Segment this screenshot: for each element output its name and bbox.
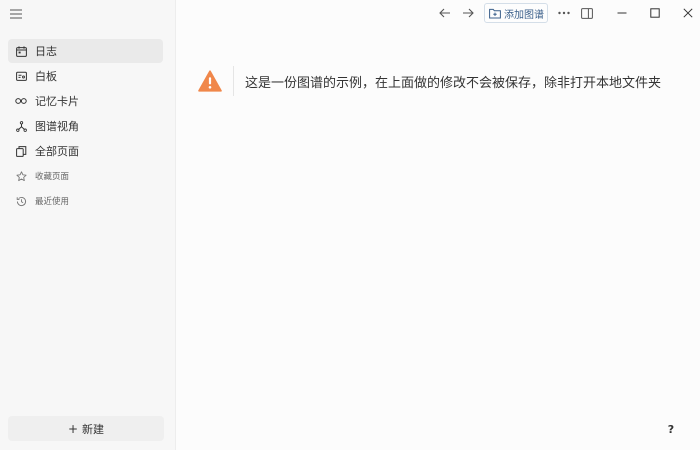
sidebar-item-whiteboards[interactable]: 白板 — [8, 64, 163, 88]
history-icon — [15, 195, 27, 207]
sidebar-toggle-icon[interactable] — [579, 4, 595, 22]
sidebar-item-label: 收藏页面 — [35, 172, 70, 182]
hamburger-icon[interactable] — [9, 7, 23, 21]
plus-icon: + — [67, 421, 79, 436]
more-options-icon[interactable] — [556, 4, 572, 22]
add-graph-label: 添加图谱 — [504, 9, 544, 21]
sidebar-item-label: 记忆卡片 — [35, 95, 79, 108]
new-button-label: 新建 — [82, 422, 105, 436]
minimize-icon[interactable] — [614, 4, 630, 22]
sidebar-item-recent[interactable]: 最近使用 — [8, 189, 163, 213]
sidebar: 日志 白板 记忆卡片 图谱视角 全部页面 收藏页面 最近使用 + 新建 — [0, 0, 176, 450]
sidebar-nav: 日志 白板 记忆卡片 图谱视角 全部页面 收藏页面 最近使用 — [8, 39, 163, 214]
sidebar-item-favorites[interactable]: 收藏页面 — [8, 164, 163, 188]
pages-icon — [15, 145, 27, 157]
sidebar-item-label: 白板 — [35, 70, 57, 83]
demo-graph-notice: 这是一份图谱的示例，在上面做的修改不会被保存，除非打开本地文件夹 — [198, 66, 661, 96]
sidebar-item-all-pages[interactable]: 全部页面 — [8, 139, 163, 163]
help-button[interactable]: ? — [660, 418, 682, 440]
sidebar-item-journals[interactable]: 日志 — [8, 39, 163, 63]
back-arrow-icon[interactable] — [437, 4, 453, 22]
sidebar-item-label: 日志 — [35, 45, 57, 58]
graph-icon — [15, 120, 27, 132]
sidebar-item-label: 全部页面 — [35, 145, 79, 158]
infinity-icon — [15, 95, 27, 107]
sidebar-item-graph-view[interactable]: 图谱视角 — [8, 114, 163, 138]
maximize-icon[interactable] — [647, 4, 663, 22]
warning-icon — [198, 70, 222, 92]
sidebar-item-label: 图谱视角 — [35, 120, 79, 133]
notice-divider — [233, 66, 234, 96]
main-content: 添加图谱 这是一份图谱的示例，在上面做的修改不会被保存，除非打开本地文件夹 ? — [176, 0, 700, 450]
forward-arrow-icon[interactable] — [460, 4, 476, 22]
new-page-button[interactable]: + 新建 — [8, 416, 164, 441]
notice-message: 这是一份图谱的示例，在上面做的修改不会被保存，除非打开本地文件夹 — [245, 75, 662, 91]
add-graph-button[interactable]: 添加图谱 — [484, 3, 548, 23]
sidebar-item-flashcards[interactable]: 记忆卡片 — [8, 89, 163, 113]
calendar-icon — [15, 45, 27, 57]
whiteboard-icon — [15, 70, 27, 82]
star-icon — [15, 170, 27, 182]
toolbar: 添加图谱 — [176, 0, 700, 26]
close-icon[interactable] — [680, 4, 696, 22]
sidebar-item-label: 最近使用 — [35, 197, 70, 207]
folder-plus-icon — [489, 7, 501, 19]
